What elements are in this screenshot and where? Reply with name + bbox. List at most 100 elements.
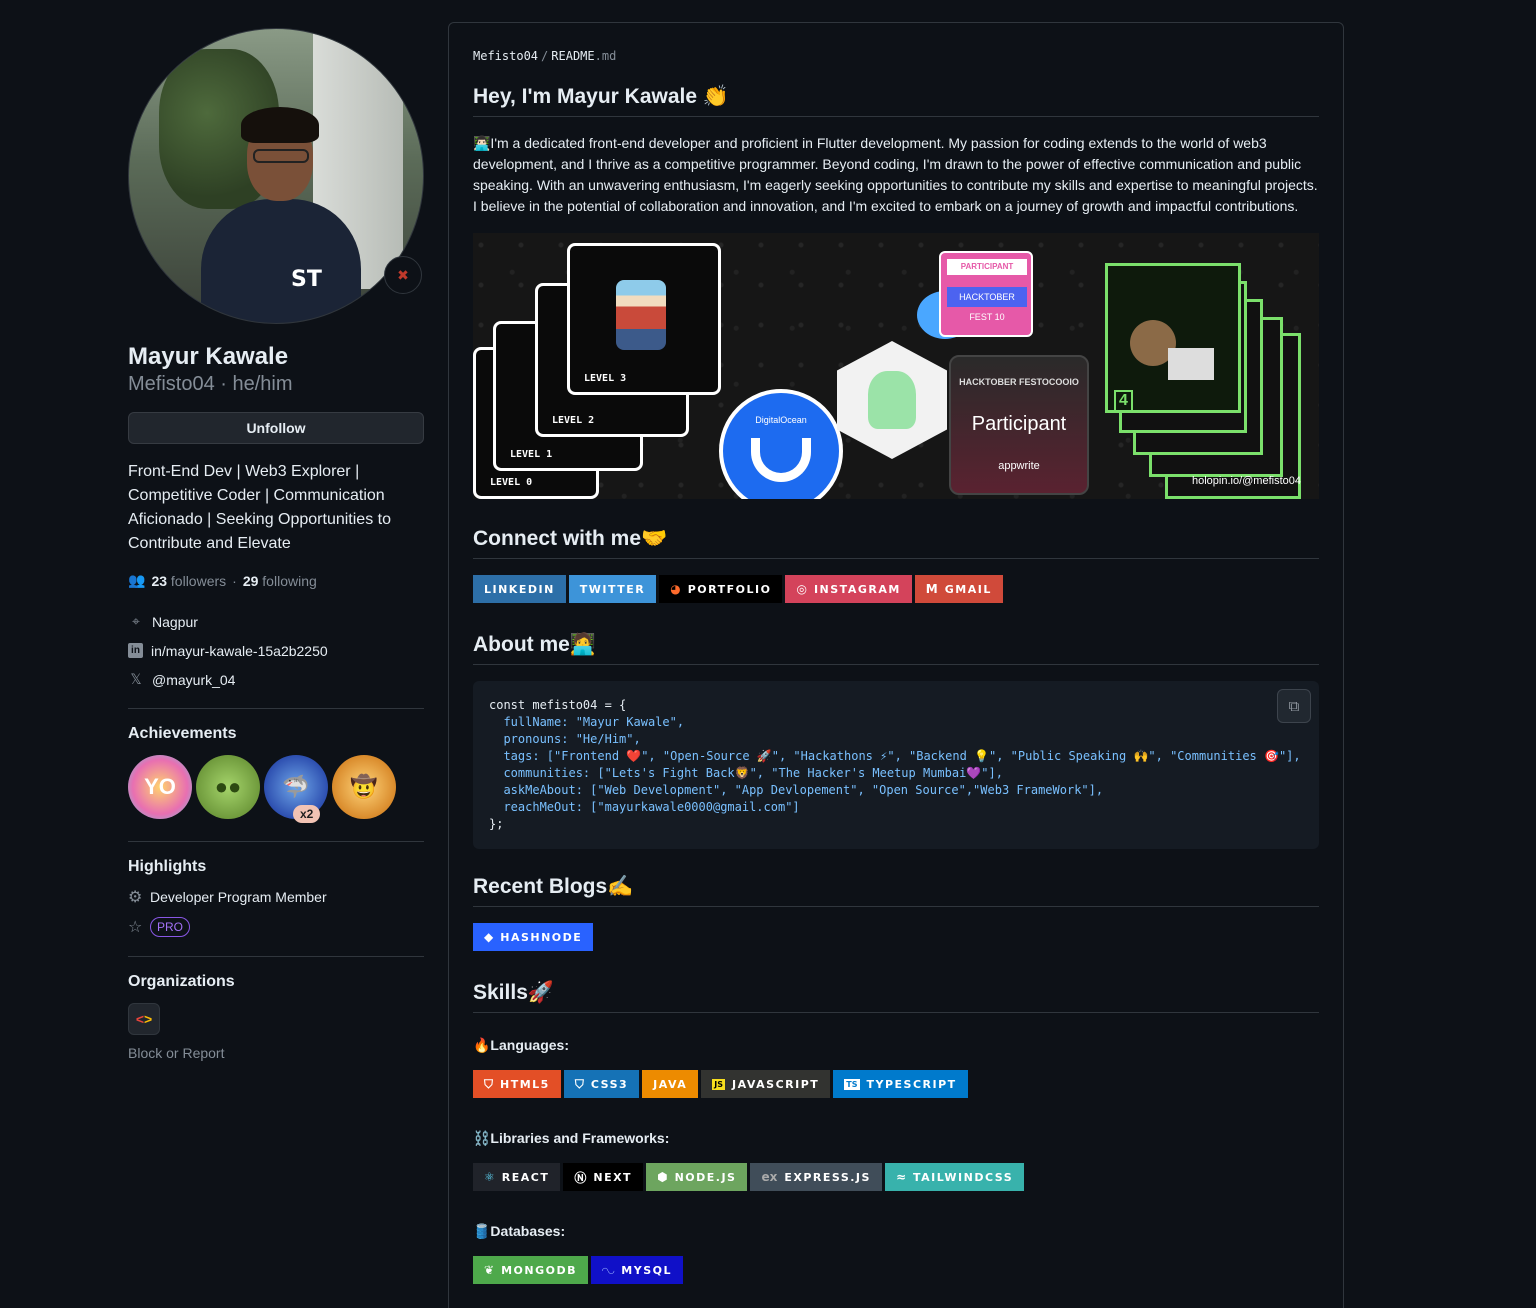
html5-badge[interactable]: ⛉ HTML5 [473, 1070, 561, 1098]
code-line: reachMeOut: ["mayurkawale0000@gmail.com"… [489, 800, 800, 814]
unfollow-button[interactable]: Unfollow [128, 412, 424, 444]
badge-label: MYSQL [621, 1263, 672, 1277]
linkedin-link[interactable]: in/mayur-kawale-15a2b2250 [151, 643, 328, 659]
status-icon: ✖ [397, 266, 409, 283]
followers-link[interactable]: 23 followers [151, 573, 226, 589]
readme-intro: 👨🏻‍💻I'm a dedicated front-end developer … [473, 135, 1318, 214]
gmail-badge[interactable]: M GMAIL [914, 575, 1003, 603]
participant-label: PARTICIPANT [947, 259, 1027, 275]
connect-badges: LINKEDIN TWITTER ◕ PORTFOLIO ◎ INSTAGRAM M… [473, 575, 1319, 603]
organization-avatar[interactable]: < > [128, 1003, 160, 1035]
profile-login: Mefisto04 · he/him [128, 373, 293, 395]
laptop-icon [1168, 348, 1214, 380]
divider [128, 956, 424, 957]
yolo-badge-icon[interactable]: YO [128, 755, 192, 819]
participant-title: Participant [971, 413, 1067, 435]
readme-content: Hey, I'm Mayur Kawale 👏 👨🏻‍💻I'm a dedica… [473, 85, 1319, 1284]
code-line: fullName: "Mayur Kawale", [489, 715, 685, 729]
level-label: LEVEL 0 [490, 477, 533, 488]
dinosaur-icon [868, 371, 916, 429]
following-link[interactable]: 29 following [243, 573, 317, 589]
code-bracket-icon: > [144, 1011, 153, 1027]
level-label: LEVEL 2 [552, 415, 595, 426]
database-badges: ❦ MONGODB ◠◡ MYSQL [473, 1256, 1319, 1284]
copy-code-button[interactable]: ⧉ [1277, 689, 1311, 723]
badge-label: INSTAGRAM [813, 582, 901, 596]
digitalocean-label: DigitalOcean [755, 415, 807, 425]
expressjs-badge[interactable]: ex EXPRESS.JS [750, 1163, 882, 1191]
css3-icon: ⛉ [574, 1076, 584, 1091]
languages-label: 🔥Languages: [473, 1037, 569, 1053]
avatar-shirt-logo: ST [291, 267, 322, 292]
level-card: LEVEL 3 [567, 243, 721, 395]
followers-label: followers [170, 572, 227, 589]
portfolio-badge[interactable]: ◕ PORTFOLIO [659, 575, 783, 603]
linkedin-badge[interactable]: LINKEDIN [473, 575, 566, 603]
hashnode-icon: ◆ [484, 930, 494, 944]
avatar-person-glasses [253, 149, 309, 163]
pair-extraordinaire-icon[interactable]: ●● [196, 755, 260, 819]
quickdraw-icon[interactable]: 🤠 [332, 755, 396, 819]
linkedin-item[interactable]: in in/mayur-kawale-15a2b2250 [128, 636, 424, 665]
developer-program-item[interactable]: ⚙ Developer Program Member [128, 882, 424, 912]
holopin-badges-banner[interactable]: LEVEL 0 LEVEL 1 LEVEL 2 LEVEL 3 DigitalO… [473, 233, 1319, 499]
twitter-link[interactable]: @mayurk_04 [152, 672, 235, 688]
badge-label: MONGODB [501, 1263, 577, 1277]
achievement-glyph: ●● [214, 774, 242, 799]
badge-label: CSS3 [590, 1077, 629, 1091]
divider [128, 708, 424, 709]
blogs-heading: Recent Blogs✍️ [473, 875, 1319, 907]
hashnode-badge[interactable]: ◆ HASHNODE [473, 923, 594, 951]
level-four-icon: 4 [1114, 390, 1133, 412]
location-text: Nagpur [152, 613, 198, 630]
next-badge[interactable]: Ⓝ NEXT [563, 1163, 644, 1191]
libraries-label: ⛓️Libraries and Frameworks: [473, 1130, 670, 1146]
breadcrumb-file-name: README [551, 49, 595, 63]
react-badge[interactable]: ⚛ REACT [473, 1163, 561, 1191]
badge-label: JAVASCRIPT [732, 1077, 820, 1091]
instagram-badge[interactable]: ◎ INSTAGRAM [785, 575, 912, 603]
avatar-person-hair [241, 107, 319, 143]
holopin-link[interactable]: holopin.io/@mefisto04 [1192, 475, 1301, 487]
badge-label: NODE.JS [674, 1170, 737, 1184]
avatar[interactable]: ST [128, 28, 424, 324]
twitter-badge[interactable]: TWITTER [568, 575, 657, 603]
typescript-badge[interactable]: TS TYPESCRIPT [833, 1070, 968, 1098]
pull-shark-icon[interactable]: 🦈 x2 [264, 755, 328, 823]
cpu-chip-icon: ⚙ [128, 889, 143, 906]
twitter-item[interactable]: 𝕏 @mayurk_04 [128, 665, 424, 694]
badge-label: TWITTER [579, 582, 646, 596]
digitalocean-smile-icon [751, 438, 811, 482]
avatar-person-body [201, 199, 361, 323]
readme-heading: Hey, I'm Mayur Kawale 👏 [473, 85, 1319, 117]
javascript-badge[interactable]: JS JAVASCRIPT [701, 1070, 831, 1098]
portfolio-icon: ◕ [670, 582, 681, 596]
connect-heading: Connect with me🤝 [473, 527, 1319, 559]
badge-label: TAILWINDCSS [913, 1170, 1014, 1184]
code-line: askMeAbout: ["Web Development", "App Dev… [489, 783, 1104, 797]
mysql-badge[interactable]: ◠◡ MYSQL [590, 1256, 683, 1284]
tailwindcss-badge[interactable]: ≈ TAILWINDCSS [884, 1163, 1025, 1191]
code-line: pronouns: "He/Him", [489, 732, 641, 746]
java-badge[interactable]: JAVA [642, 1070, 699, 1098]
code-line: const mefisto04 = { [489, 698, 627, 712]
css3-badge[interactable]: ⛉ CSS3 [563, 1070, 640, 1098]
following-label: following [262, 572, 317, 589]
readme-panel: Mefisto04/README.md Hey, I'm Mayur Kawal… [448, 22, 1344, 1308]
code-bracket-icon: < [135, 1011, 144, 1027]
block-or-report-link[interactable]: Block or Report [128, 1045, 424, 1061]
achievements-title[interactable]: Achievements [128, 725, 424, 743]
nodejs-badge[interactable]: ⬢ NODE.JS [646, 1163, 748, 1191]
astronaut-sprite-icon [616, 280, 666, 350]
express-icon: ex [761, 1170, 778, 1184]
sloth-coder-badge-icon: 4 [1105, 263, 1241, 413]
mongodb-badge[interactable]: ❦ MONGODB [473, 1256, 588, 1284]
status-emoji-button[interactable]: ✖ [384, 256, 422, 294]
location-pin-icon: ⌖ [132, 613, 140, 629]
divider [128, 841, 424, 842]
linkedin-icon: in [128, 643, 143, 658]
following-count: 29 [242, 572, 259, 589]
breadcrumb-file-link[interactable]: README.md [551, 49, 616, 63]
breadcrumb-user-link[interactable]: Mefisto04 [473, 49, 538, 63]
blog-badges: ◆ HASHNODE [473, 923, 1319, 951]
